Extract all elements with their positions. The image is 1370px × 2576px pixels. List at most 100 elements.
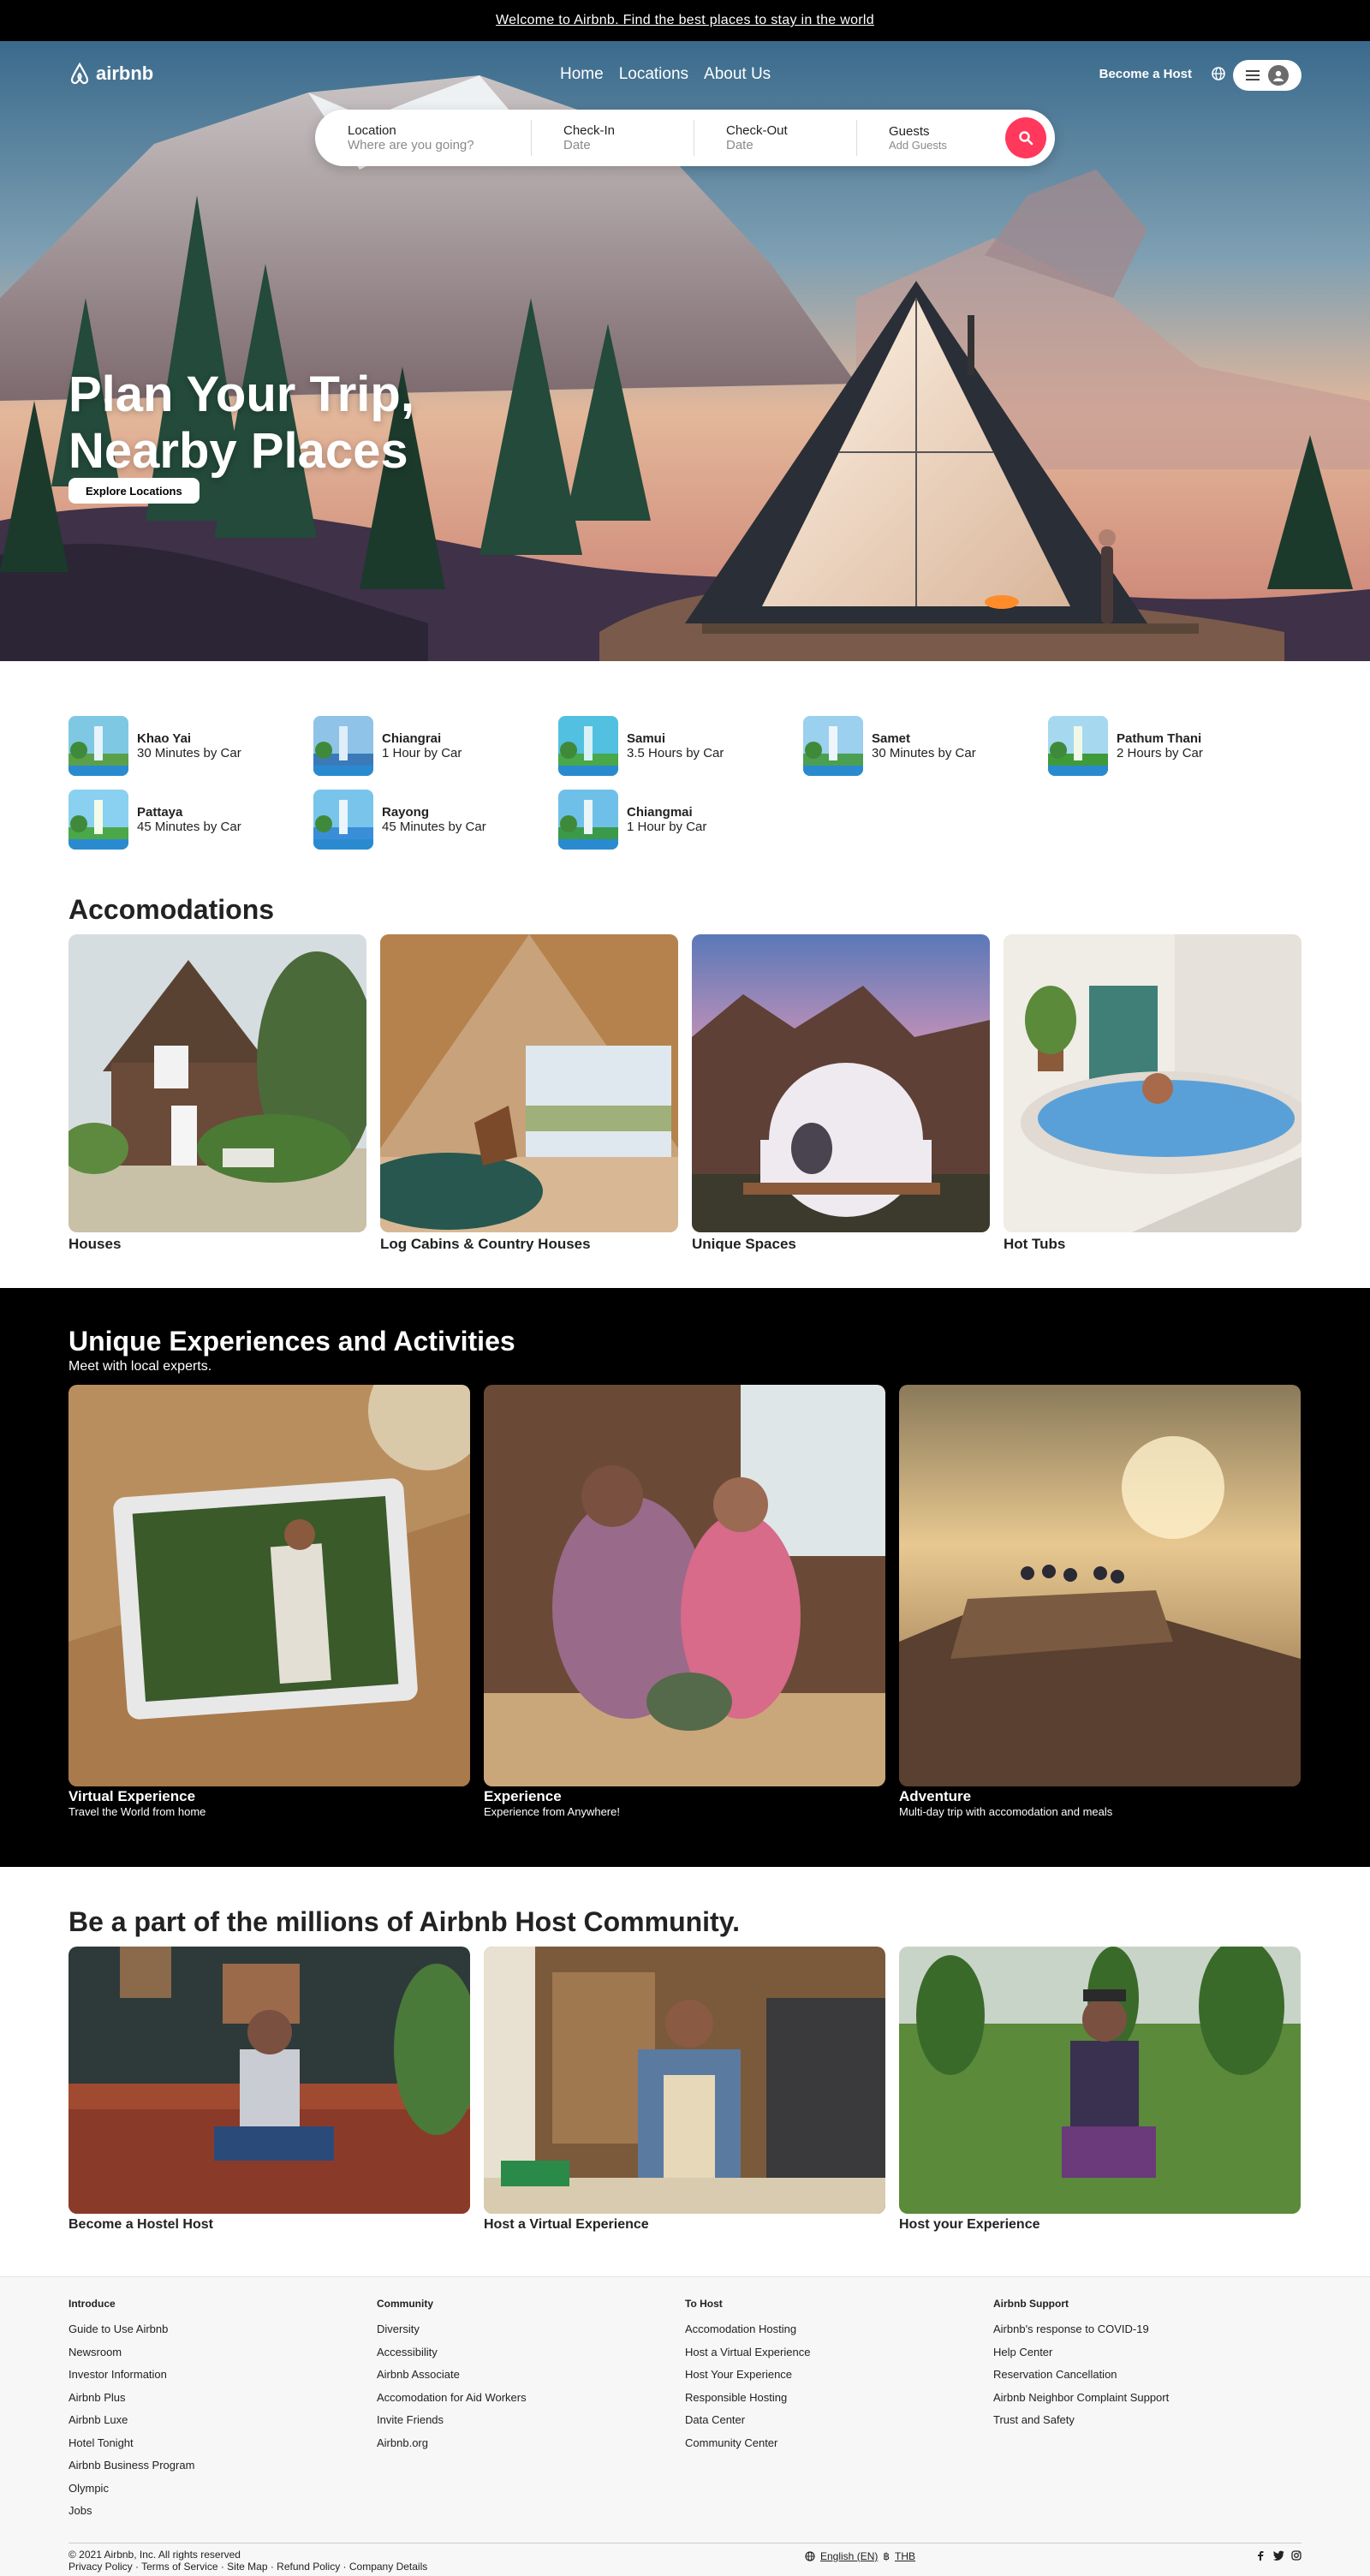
guests-field[interactable]: Guests Add Guests (856, 110, 1002, 166)
language-selector[interactable]: English (EN) (820, 2550, 878, 2562)
explore-locations-button[interactable]: Explore Locations (68, 478, 200, 504)
footer-link[interactable]: Airbnb Business Program (68, 2454, 377, 2478)
experiences-section: Unique Experiences and Activities Meet w… (0, 1288, 1370, 1867)
footer-link[interactable]: Guide to Use Airbnb (68, 2318, 377, 2341)
virtual-host-image (484, 1947, 885, 2214)
experience-host-label: Host your Experience (899, 2217, 1040, 2232)
footer-link[interactable]: Accomodation for Aid Workers (377, 2387, 685, 2410)
nearby-place-name: Pattaya (137, 805, 183, 820)
experience-card-virtual[interactable]: Virtual Experience Travel the World from… (68, 1385, 470, 1818)
cabins-label: Log Cabins & Country Houses (380, 1236, 591, 1252)
houses-label: Houses (68, 1236, 122, 1252)
houses-image (68, 934, 366, 1232)
footer-link[interactable]: Airbnb.org (377, 2432, 685, 2455)
footer-link[interactable]: Airbnb Neighbor Complaint Support (993, 2387, 1302, 2410)
nearby-place-thumbnail (1048, 716, 1108, 776)
footer-link[interactable]: Newsroom (68, 2341, 377, 2364)
footer-column: Airbnb Support Airbnb's response to COVID… (993, 2298, 1302, 2523)
facebook-icon[interactable] (1255, 2550, 1266, 2561)
footer-column: Introduce Guide to Use Airbnb Newsroom Inve… (68, 2298, 377, 2523)
footer-link[interactable]: Reservation Cancellation (993, 2364, 1302, 2387)
host-community-heading: Be a part of the millions of Airbnb Host… (68, 1906, 741, 1937)
twitter-icon[interactable] (1272, 2550, 1284, 2561)
experience-card-adventure[interactable]: Adventure Multi-day trip with accomodati… (899, 1385, 1301, 1818)
checkout-field[interactable]: Check-Out Date (694, 110, 856, 166)
footer-link[interactable]: Data Center (685, 2409, 993, 2432)
footer-link[interactable]: Trust and Safety (993, 2409, 1302, 2432)
location-field[interactable]: Location Where are you going? (315, 110, 531, 166)
host-community-section: Be a part of the millions of Airbnb Host… (0, 1867, 1370, 2276)
footer-link[interactable]: Airbnb Plus (68, 2387, 377, 2410)
user-menu-button[interactable] (1233, 60, 1302, 91)
footer-link[interactable]: Diversity (377, 2318, 685, 2341)
nearby-place-item[interactable]: Khao Yai 30 Minutes by Car (68, 716, 313, 776)
airbnb-logo[interactable]: airbnb (68, 62, 153, 86)
nearby-place-item[interactable]: Rayong 45 Minutes by Car (313, 790, 558, 850)
nearby-place-name: Pathum Thani (1117, 731, 1202, 746)
nearby-place-thumbnail (68, 716, 128, 776)
footer-link[interactable]: Host Your Experience (685, 2364, 993, 2387)
footer-link[interactable]: Help Center (993, 2341, 1302, 2364)
nearby-place-item[interactable]: Pathum Thani 2 Hours by Car (1048, 716, 1293, 776)
footer-link[interactable]: Airbnb Associate (377, 2364, 685, 2387)
footer-link[interactable]: Jobs (68, 2500, 377, 2523)
virtual-experience-image (68, 1385, 470, 1786)
search-bar: Location Where are you going? Check-In D… (315, 110, 1055, 166)
accommodation-card-cabins[interactable]: Log Cabins & Country Houses (380, 934, 678, 1253)
currency-selector[interactable]: THB (895, 2550, 915, 2562)
menu-item-locations[interactable]: Locations (619, 65, 688, 84)
globe-icon[interactable] (1211, 66, 1226, 86)
nearby-place-name: Chiangrai (382, 731, 442, 746)
footer-column-title: Introduce (68, 2298, 116, 2310)
accommodation-card-hot-tubs[interactable]: Hot Tubs (1004, 934, 1302, 1253)
unique-spaces-label: Unique Spaces (692, 1236, 796, 1252)
nearby-place-item[interactable]: Samet 30 Minutes by Car (803, 716, 1048, 776)
hero: airbnb Home Locations About Us Become a … (0, 41, 1370, 661)
virtual-experience-desc: Travel the World from home (68, 1805, 206, 1818)
checkin-field[interactable]: Check-In Date (531, 110, 694, 166)
footer-column: Community Diversity Accessibility Airbnb As… (377, 2298, 685, 2523)
become-host-link[interactable]: Become a Host (1099, 67, 1192, 81)
accommodation-card-houses[interactable]: Houses (68, 934, 366, 1253)
instagram-icon[interactable] (1291, 2550, 1302, 2561)
nearby-place-thumbnail (558, 790, 618, 850)
hero-title-line2: Nearby Places (68, 423, 408, 479)
footer-link[interactable]: Community Center (685, 2432, 993, 2455)
hero-title-line1: Plan Your Trip, (68, 367, 414, 422)
experience-card-experience[interactable]: Experience Experience from Anywhere! (484, 1385, 885, 1818)
footer-link[interactable]: Airbnb Luxe (68, 2409, 377, 2432)
menu-item-about[interactable]: About Us (704, 65, 771, 84)
nearby-place-item[interactable]: Chiangrai 1 Hour by Car (313, 716, 558, 776)
checkin-input[interactable]: Date (563, 138, 694, 152)
footer-link[interactable]: Accomodation Hosting (685, 2318, 993, 2341)
host-card-virtual[interactable]: Host a Virtual Experience (484, 1947, 885, 2233)
footer-link[interactable]: Invite Friends (377, 2409, 685, 2432)
footer-link[interactable]: Olympic (68, 2478, 377, 2501)
virtual-host-label: Host a Virtual Experience (484, 2217, 649, 2232)
nearby-place-distance: 45 Minutes by Car (382, 820, 486, 834)
nearby-place-item[interactable]: Samui 3.5 Hours by Car (558, 716, 803, 776)
search-button[interactable] (1005, 117, 1046, 158)
guests-input[interactable]: Add Guests (889, 139, 1002, 152)
footer-link[interactable]: Accessibility (377, 2341, 685, 2364)
footer-link[interactable]: Investor Information (68, 2364, 377, 2387)
nearby-place-item[interactable]: Chiangmai 1 Hour by Car (558, 790, 803, 850)
nearby-place-item[interactable]: Pattaya 45 Minutes by Car (68, 790, 313, 850)
footer-link[interactable]: Airbnb's response to COVID-19 (993, 2318, 1302, 2341)
footer-link[interactable]: Host a Virtual Experience (685, 2341, 993, 2364)
menu-item-home[interactable]: Home (560, 65, 604, 84)
footer-link[interactable]: Hotel Tonight (68, 2432, 377, 2455)
host-card-experience[interactable]: Host your Experience (899, 1947, 1301, 2233)
location-label: Location (348, 123, 396, 138)
banner-link[interactable]: Welcome to Airbnb. Find the best places … (496, 13, 874, 28)
main-menu: Home Locations About Us (560, 65, 771, 84)
location-input[interactable]: Where are you going? (348, 138, 531, 152)
unique-spaces-image (692, 934, 990, 1232)
copyright: © 2021 Airbnb, Inc. All rights reserved (68, 2549, 241, 2561)
hostel-host-image (68, 1947, 470, 2214)
legal-links[interactable]: Privacy Policy · Terms of Service · Site… (68, 2561, 1302, 2573)
checkout-input[interactable]: Date (726, 138, 856, 152)
host-card-hostel[interactable]: Become a Hostel Host (68, 1947, 470, 2233)
accommodation-card-unique-spaces[interactable]: Unique Spaces (692, 934, 990, 1253)
footer-link[interactable]: Responsible Hosting (685, 2387, 993, 2410)
